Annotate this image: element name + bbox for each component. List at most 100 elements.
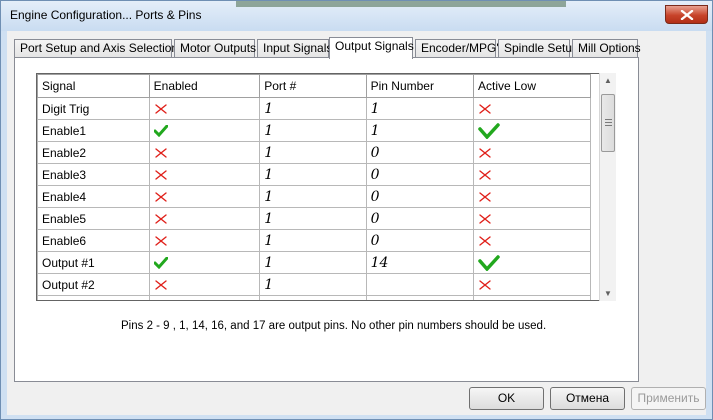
active-low-cell[interactable] bbox=[473, 273, 591, 296]
table-row[interactable]: Enable2 1 0 bbox=[37, 141, 591, 164]
enabled-cell[interactable] bbox=[148, 97, 261, 120]
enabled-cell[interactable] bbox=[148, 119, 261, 142]
tab-mill-options[interactable]: Mill Options bbox=[572, 39, 641, 58]
background-strip bbox=[236, 1, 566, 7]
table-row[interactable]: Enable6 1 0 bbox=[37, 229, 591, 252]
col-header-pin[interactable]: Pin Number bbox=[365, 74, 475, 98]
title-bar[interactable]: Engine Configuration... Ports & Pins bbox=[1, 1, 712, 31]
cross-icon bbox=[479, 170, 491, 181]
dialog-window: Engine Configuration... Ports & Pins Por… bbox=[0, 0, 713, 420]
signal-cell: Output #1 bbox=[37, 251, 150, 274]
port-cell[interactable]: 1 bbox=[259, 141, 367, 164]
cross-icon bbox=[154, 170, 167, 181]
signal-cell: Digit Trig bbox=[37, 97, 150, 120]
tab-motor-outputs[interactable]: Motor Outputs bbox=[174, 39, 256, 58]
cross-icon bbox=[154, 214, 167, 225]
output-signals-grid[interactable]: Signal Enabled Port # Pin Number Active … bbox=[36, 73, 600, 301]
port-cell[interactable]: 1 bbox=[259, 273, 367, 296]
tab-encoder-mpgs[interactable]: Encoder/MPG's bbox=[415, 39, 505, 58]
dialog-client: Port Setup and Axis Selection Motor Outp… bbox=[7, 31, 706, 415]
col-header-signal[interactable]: Signal bbox=[37, 74, 150, 98]
pin-cell[interactable]: 0 bbox=[365, 163, 475, 186]
enabled-cell[interactable] bbox=[148, 295, 261, 300]
port-cell[interactable]: 1 bbox=[259, 163, 367, 186]
apply-button[interactable]: Применить bbox=[631, 387, 706, 410]
active-low-cell[interactable] bbox=[473, 141, 591, 164]
cross-icon bbox=[154, 280, 167, 291]
active-low-cell[interactable] bbox=[473, 119, 591, 142]
signal-cell: Enable3 bbox=[37, 163, 150, 186]
signal-cell: Enable2 bbox=[37, 141, 150, 164]
table-row[interactable]: Enable3 1 0 bbox=[37, 163, 591, 186]
port-cell[interactable]: 1 bbox=[259, 185, 367, 208]
port-cell[interactable]: 1 bbox=[259, 97, 367, 120]
check-icon bbox=[153, 257, 168, 270]
enabled-cell[interactable] bbox=[148, 141, 261, 164]
tab-output-signals[interactable]: Output Signals bbox=[329, 37, 414, 59]
col-header-enabled[interactable]: Enabled bbox=[148, 74, 261, 98]
active-low-cell[interactable] bbox=[473, 185, 591, 208]
pin-cell[interactable]: 1 bbox=[365, 119, 475, 142]
tab-input-signals[interactable]: Input Signals bbox=[257, 39, 332, 58]
table-header: Signal Enabled Port # Pin Number Active … bbox=[37, 74, 591, 98]
ok-button[interactable]: OK bbox=[469, 387, 544, 410]
enabled-cell[interactable] bbox=[148, 163, 261, 186]
vertical-scrollbar[interactable]: ▲ ▼ bbox=[599, 73, 616, 301]
pin-cell[interactable] bbox=[365, 295, 475, 300]
enabled-cell[interactable] bbox=[148, 273, 261, 296]
scroll-down-icon[interactable]: ▼ bbox=[604, 289, 612, 298]
cancel-button[interactable]: Отмена bbox=[550, 387, 625, 410]
pin-cell[interactable]: 0 bbox=[365, 141, 475, 164]
pin-cell[interactable]: 14 bbox=[365, 251, 475, 274]
signal-cell: Enable5 bbox=[37, 207, 150, 230]
col-header-port[interactable]: Port # bbox=[259, 74, 367, 98]
col-header-active-low[interactable]: Active Low bbox=[473, 74, 591, 98]
window-title: Engine Configuration... Ports & Pins bbox=[10, 8, 202, 22]
pin-cell[interactable]: 0 bbox=[365, 207, 475, 230]
cross-icon bbox=[479, 280, 491, 291]
enabled-cell[interactable] bbox=[148, 251, 261, 274]
tab-port-setup[interactable]: Port Setup and Axis Selection bbox=[14, 39, 178, 58]
active-low-cell[interactable] bbox=[473, 251, 591, 274]
scroll-up-icon[interactable]: ▲ bbox=[604, 76, 612, 85]
table-row[interactable]: Output #3 bbox=[37, 295, 591, 300]
port-cell[interactable]: 1 bbox=[259, 229, 367, 252]
tab-spindle-setup[interactable]: Spindle Setup bbox=[498, 39, 579, 58]
port-cell[interactable] bbox=[259, 295, 367, 300]
active-low-cell[interactable] bbox=[473, 229, 591, 252]
signal-cell: Enable4 bbox=[37, 185, 150, 208]
pin-cell[interactable]: 0 bbox=[365, 185, 475, 208]
pin-cell[interactable] bbox=[365, 273, 475, 296]
check-icon bbox=[478, 122, 500, 139]
table-row[interactable]: Output #1 1 14 bbox=[37, 251, 591, 274]
cross-icon bbox=[154, 236, 167, 247]
close-button[interactable] bbox=[665, 5, 708, 24]
signal-cell: Enable1 bbox=[37, 119, 150, 142]
active-low-cell[interactable] bbox=[473, 207, 591, 230]
active-low-cell[interactable] bbox=[473, 97, 591, 120]
active-low-cell[interactable] bbox=[473, 295, 591, 300]
signal-cell: Output #3 bbox=[37, 295, 150, 300]
port-cell[interactable]: 1 bbox=[259, 207, 367, 230]
cross-icon bbox=[154, 148, 167, 159]
cross-icon bbox=[479, 148, 491, 159]
table-row[interactable]: Digit Trig 1 1 bbox=[37, 97, 591, 120]
table-row[interactable]: Enable5 1 0 bbox=[37, 207, 591, 230]
enabled-cell[interactable] bbox=[148, 185, 261, 208]
table-row[interactable]: Output #2 1 bbox=[37, 273, 591, 296]
pin-cell[interactable]: 0 bbox=[365, 229, 475, 252]
enabled-cell[interactable] bbox=[148, 207, 261, 230]
scroll-thumb[interactable] bbox=[601, 94, 615, 152]
signal-cell: Enable6 bbox=[37, 229, 150, 252]
pin-cell[interactable]: 1 bbox=[365, 97, 475, 120]
tab-panel: Signal Enabled Port # Pin Number Active … bbox=[14, 57, 639, 382]
close-icon bbox=[680, 10, 694, 20]
table-row[interactable]: Enable4 1 0 bbox=[37, 185, 591, 208]
enabled-cell[interactable] bbox=[148, 229, 261, 252]
port-cell[interactable]: 1 bbox=[259, 119, 367, 142]
check-icon bbox=[478, 254, 500, 271]
active-low-cell[interactable] bbox=[473, 163, 591, 186]
port-cell[interactable]: 1 bbox=[259, 251, 367, 274]
table-row[interactable]: Enable1 1 1 bbox=[37, 119, 591, 142]
check-icon bbox=[153, 125, 168, 138]
